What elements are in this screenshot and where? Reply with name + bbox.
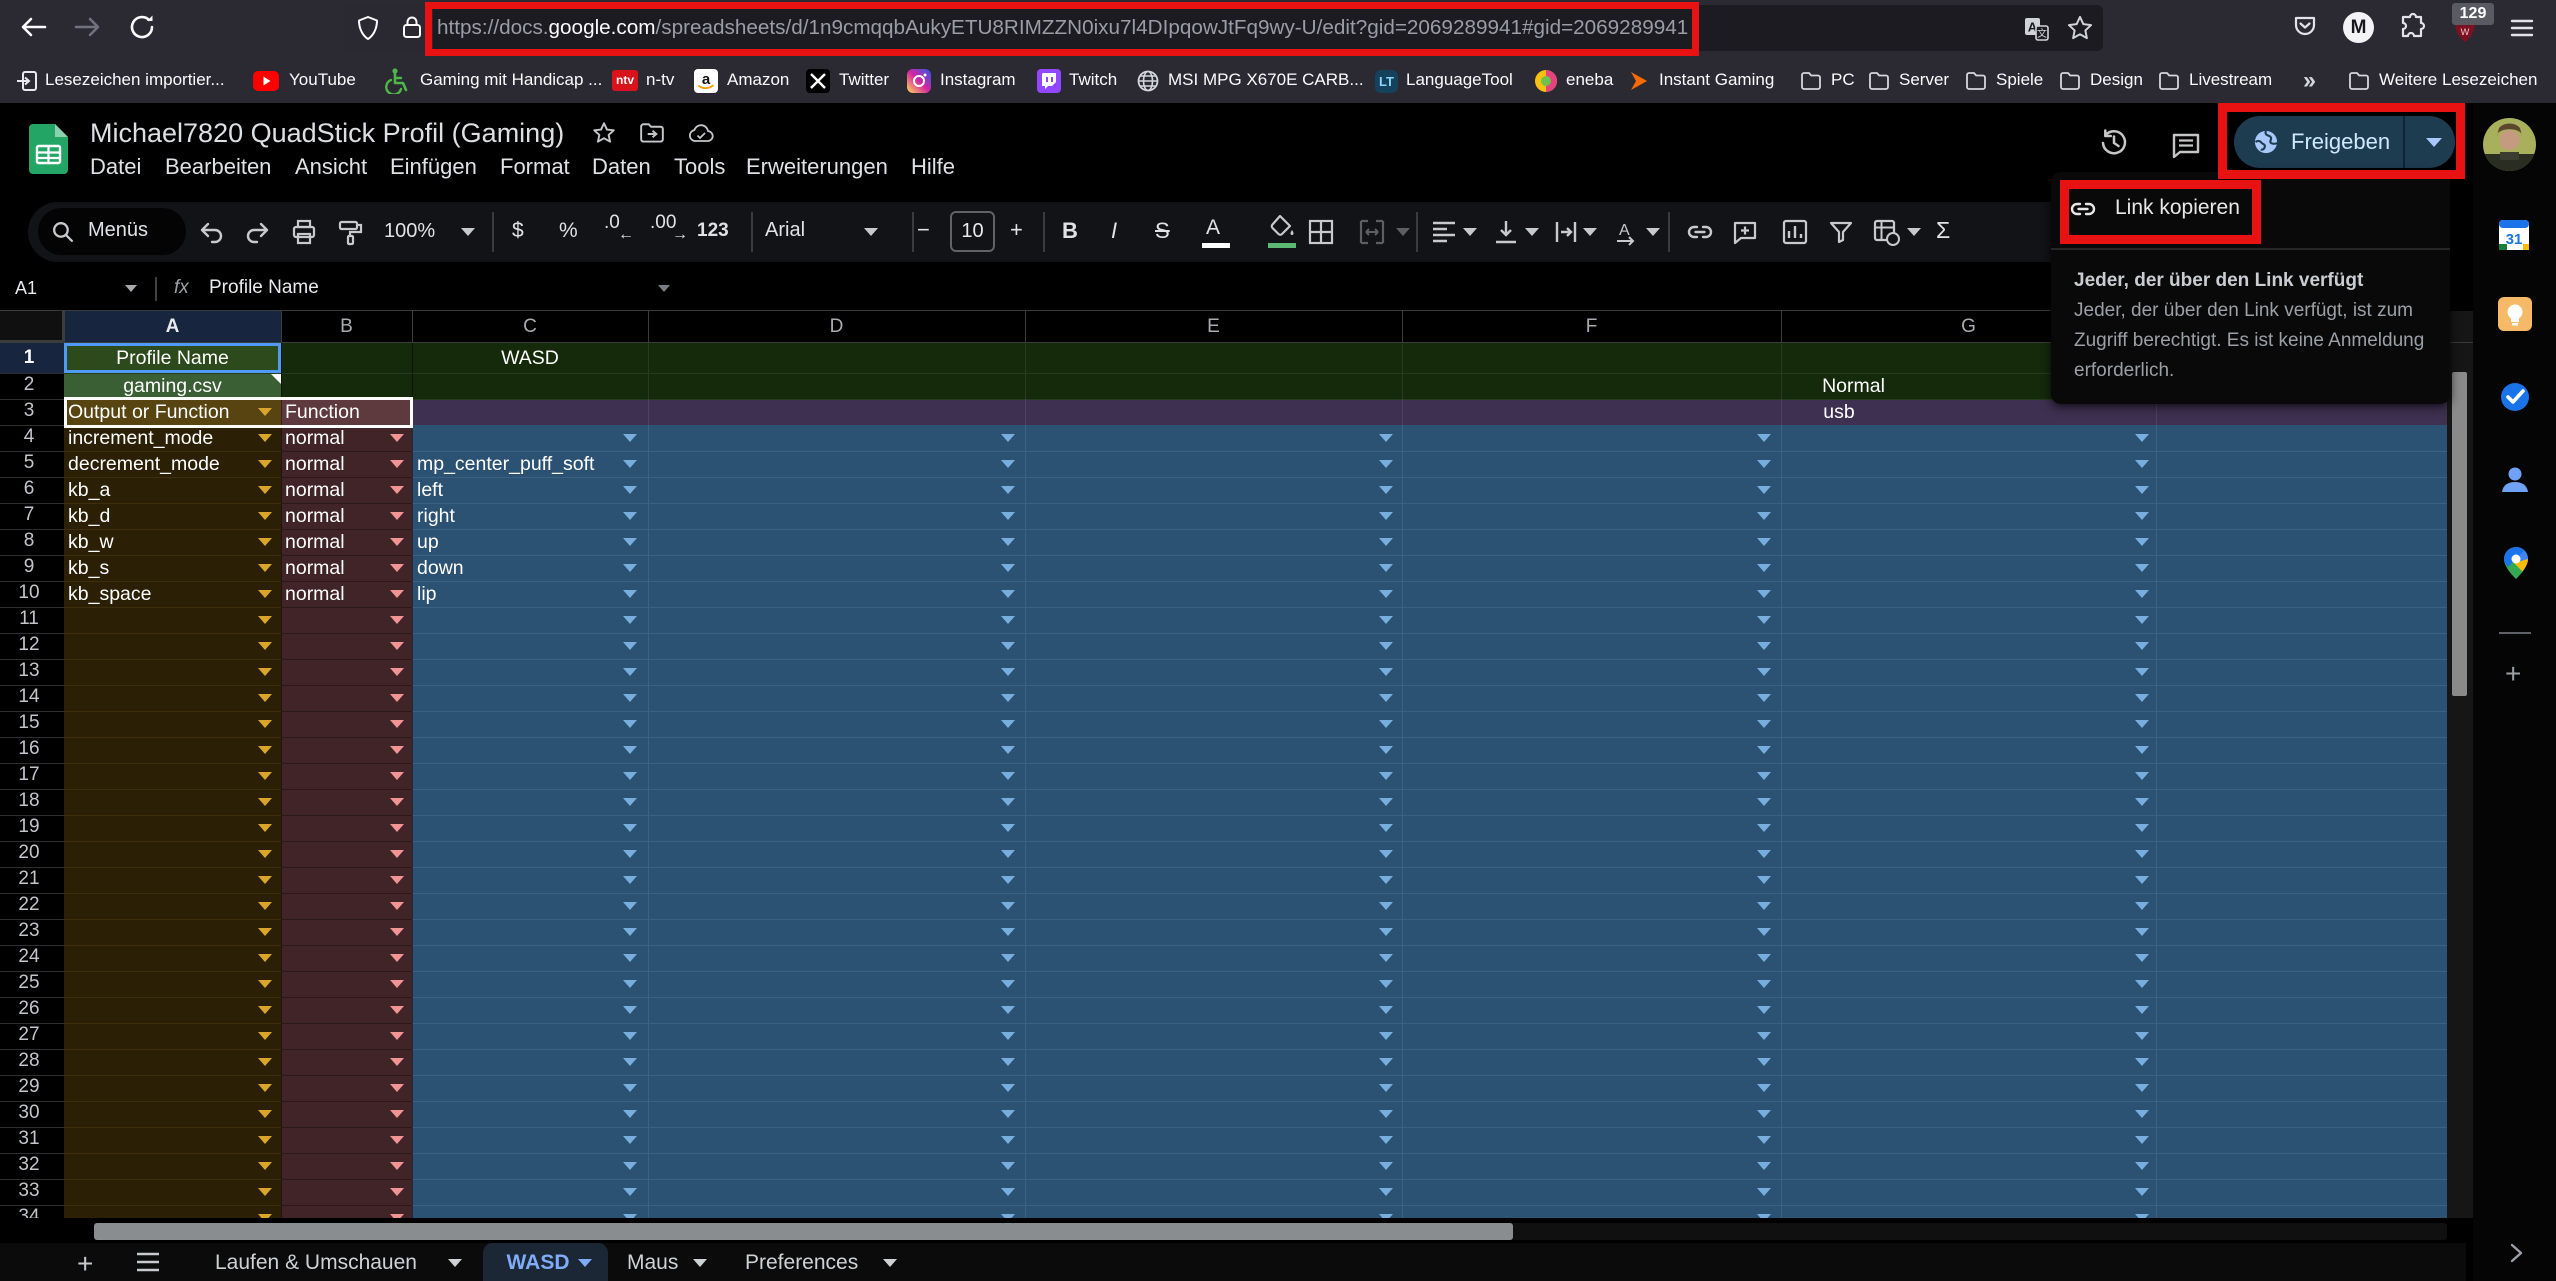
- svg-text:文: 文: [2037, 27, 2047, 40]
- svg-text:A: A: [1619, 222, 1630, 239]
- svg-text:w: w: [2460, 24, 2470, 38]
- svg-text:31: 31: [2506, 231, 2523, 248]
- svg-text:a: a: [702, 71, 711, 88]
